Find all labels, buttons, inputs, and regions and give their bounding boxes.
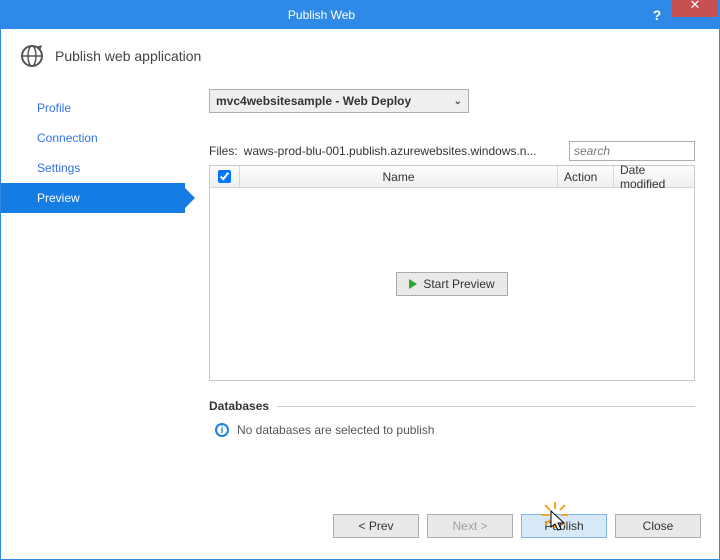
publish-icon: [19, 43, 45, 69]
column-name[interactable]: Name: [240, 166, 558, 187]
sidebar-item-connection[interactable]: Connection: [1, 123, 185, 153]
next-button: Next >: [427, 514, 513, 538]
divider: [277, 406, 695, 407]
sidebar-item-profile[interactable]: Profile: [1, 93, 185, 123]
help-button[interactable]: ?: [642, 1, 672, 29]
start-preview-label: Start Preview: [423, 277, 494, 291]
publish-profile-value: mvc4websitesample - Web Deploy: [216, 94, 411, 108]
databases-note: No databases are selected to publish: [237, 423, 434, 437]
sidebar-item-settings[interactable]: Settings: [1, 153, 185, 183]
publish-profile-dropdown[interactable]: mvc4websitesample - Web Deploy ⌄: [209, 89, 469, 113]
chevron-down-icon: ⌄: [454, 96, 462, 107]
dialog-header: Publish web application: [1, 29, 719, 89]
publish-button[interactable]: Publish: [521, 514, 607, 538]
start-preview-button[interactable]: Start Preview: [396, 272, 507, 296]
column-date[interactable]: Date modified: [614, 166, 694, 187]
prev-button[interactable]: < Prev: [333, 514, 419, 538]
files-path: waws-prod-blu-001.publish.azurewebsites.…: [244, 144, 563, 158]
close-button[interactable]: Close: [615, 514, 701, 538]
window-title: Publish Web: [1, 8, 642, 22]
column-check[interactable]: [210, 166, 240, 187]
dialog-footer: < Prev Next > Publish Close: [1, 507, 719, 559]
titlebar: Publish Web ? ✕: [1, 1, 719, 29]
dialog-heading: Publish web application: [55, 48, 201, 64]
files-grid: Name Action Date modified Start Preview: [209, 165, 695, 381]
close-window-button[interactable]: ✕: [672, 0, 718, 17]
main-panel: mvc4websitesample - Web Deploy ⌄ Files: …: [185, 89, 719, 507]
info-icon: i: [215, 423, 229, 437]
databases-heading: Databases: [209, 399, 269, 413]
grid-header: Name Action Date modified: [210, 166, 694, 188]
publish-web-dialog: Publish Web ? ✕ Publish web application …: [0, 0, 720, 560]
search-input[interactable]: search: [569, 141, 695, 161]
select-all-checkbox[interactable]: [218, 170, 231, 183]
wizard-sidebar: Profile Connection Settings Preview: [1, 89, 185, 507]
sidebar-item-preview[interactable]: Preview: [1, 183, 185, 213]
files-label: Files:: [209, 144, 238, 158]
play-icon: [409, 279, 417, 289]
column-action[interactable]: Action: [558, 166, 614, 187]
